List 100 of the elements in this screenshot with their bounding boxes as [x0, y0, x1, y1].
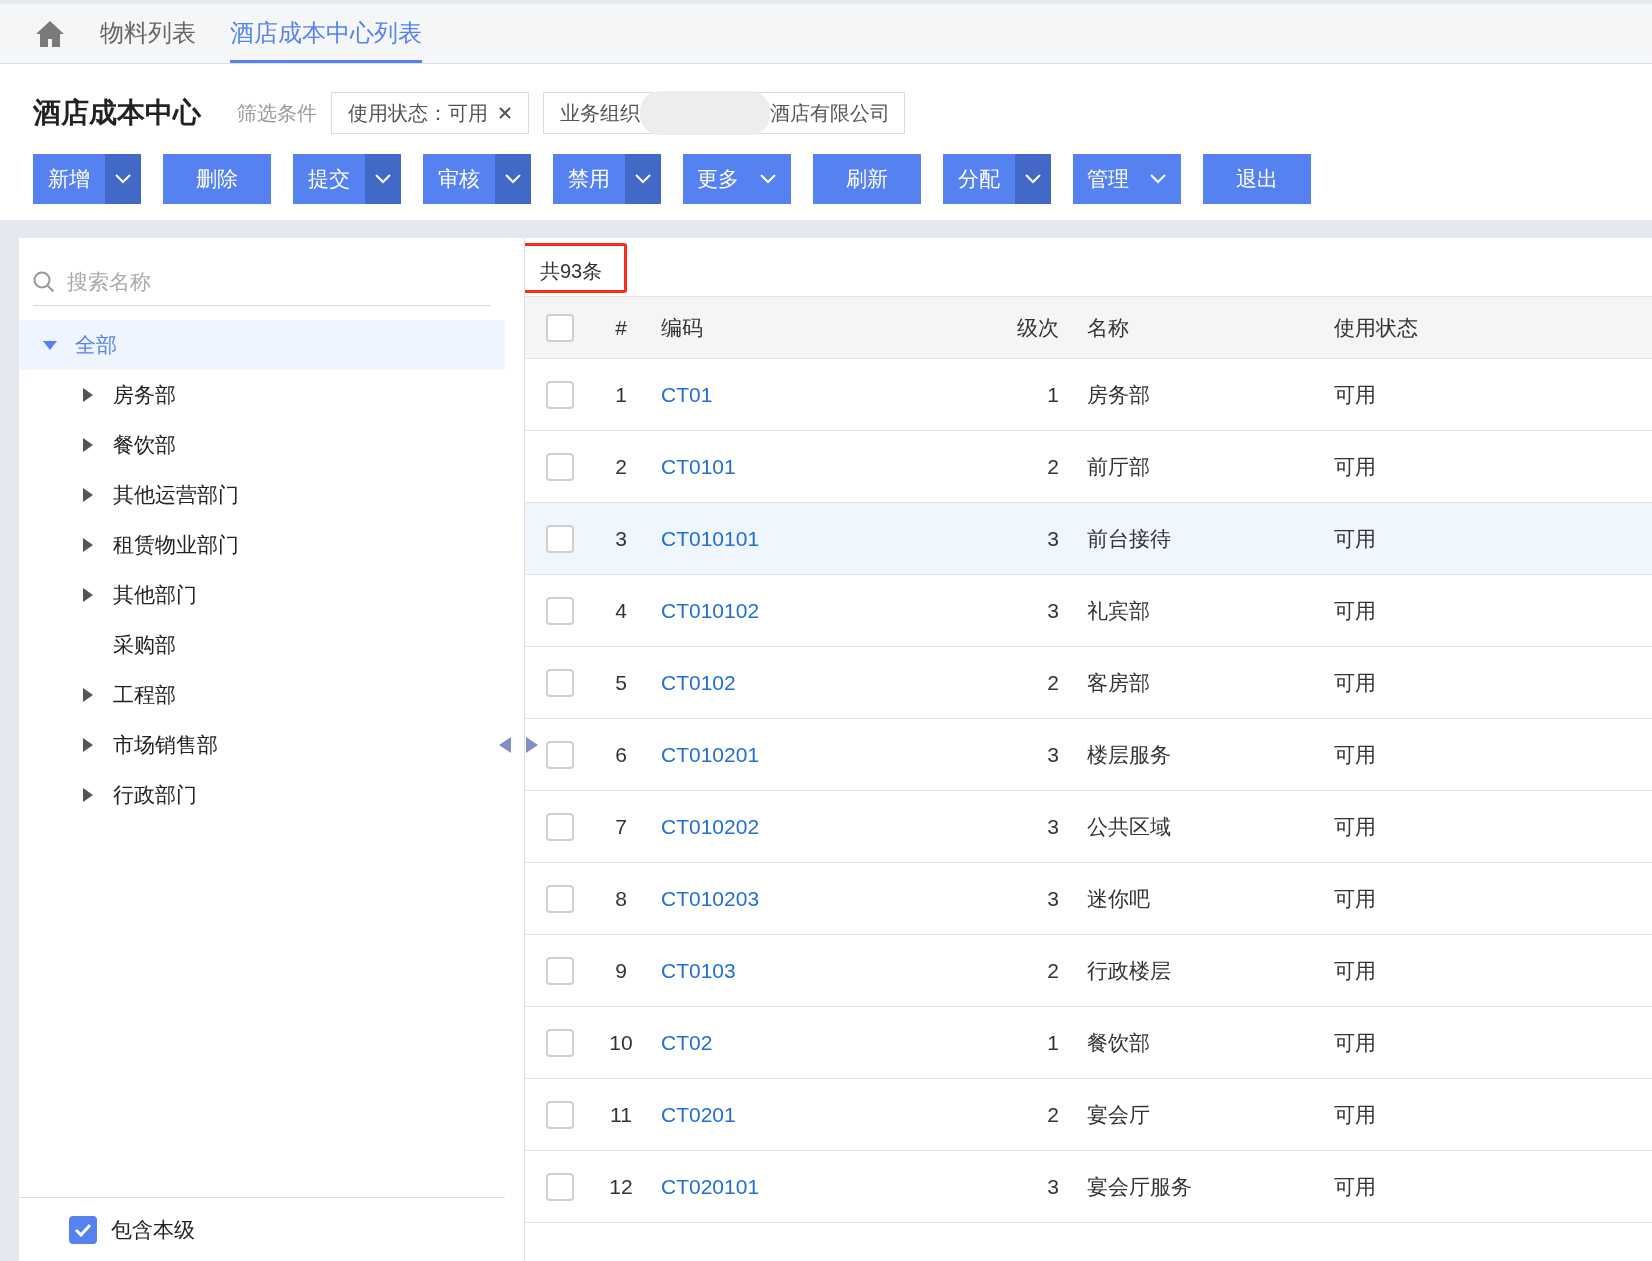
code-link[interactable]: CT0103: [661, 958, 736, 982]
checkbox[interactable]: [546, 524, 574, 553]
checkbox[interactable]: [546, 668, 574, 697]
table-cell-text: 7: [614, 813, 628, 840]
toolbar-button[interactable]: 刷新: [813, 154, 921, 204]
caret-right-icon[interactable]: [83, 488, 93, 502]
table-cell-text: 2: [1046, 453, 1059, 480]
button-label[interactable]: 禁用: [553, 154, 625, 204]
table-cell-text: 可用: [1334, 741, 1376, 768]
tree-item[interactable]: 其他运营部门: [113, 479, 239, 511]
tree-item[interactable]: 全部: [19, 320, 505, 370]
checkbox[interactable]: [546, 740, 574, 769]
caret-right-icon[interactable]: [83, 588, 93, 602]
checkbox[interactable]: [546, 1028, 574, 1057]
filter-chip[interactable]: 业务组织 酒店有限公司: [543, 92, 905, 134]
caret-right-icon[interactable]: [83, 738, 93, 752]
dropdown-toggle[interactable]: [1015, 154, 1051, 204]
split-button[interactable]: 提交: [293, 154, 401, 204]
caret-right-icon[interactable]: [83, 538, 93, 552]
toolbar-button[interactable]: 删除: [163, 154, 271, 204]
menu-button[interactable]: 管理: [1073, 154, 1181, 204]
code-link[interactable]: CT010101: [661, 526, 760, 550]
column-header: 级次: [1016, 314, 1059, 341]
table-cell-text: 可用: [1334, 1173, 1376, 1200]
table-cell-text: 可用: [1334, 1029, 1376, 1056]
button-label[interactable]: 提交: [293, 154, 365, 204]
tree-item[interactable]: 采购部: [113, 629, 176, 661]
search-icon: [33, 270, 55, 293]
checkbox[interactable]: [546, 380, 574, 409]
table-cell-text: 可用: [1334, 1101, 1376, 1128]
dropdown-toggle[interactable]: [105, 154, 141, 204]
chip-text: 酒店有限公司: [770, 101, 890, 126]
menu-button[interactable]: 更多: [683, 154, 791, 204]
tree-item[interactable]: 餐饮部: [113, 429, 176, 461]
table-cell-text: 行政楼层: [1086, 957, 1172, 984]
dropdown-toggle[interactable]: [495, 154, 531, 204]
table-row[interactable]: 3 CT010101 3 前台接待 可用: [525, 503, 1652, 575]
table-cell-text: 2: [1046, 957, 1059, 984]
table-cell-text: 5: [614, 669, 628, 696]
code-link[interactable]: CT0201: [661, 1102, 736, 1126]
dropdown-toggle[interactable]: [625, 154, 661, 204]
table-cell-text: 1: [1046, 1029, 1059, 1056]
code-link[interactable]: CT020101: [661, 1174, 760, 1198]
checkbox[interactable]: [546, 1172, 574, 1201]
table-cell-text: 2: [1046, 669, 1059, 696]
code-link[interactable]: CT0102: [661, 670, 736, 694]
filter-label: 筛选条件: [237, 101, 317, 126]
table-cell-text: 可用: [1334, 813, 1376, 840]
caret-right-icon[interactable]: [83, 438, 93, 452]
table-cell-text: 2: [1046, 1101, 1059, 1128]
table-cell-text: 楼层服务: [1086, 741, 1172, 768]
code-link[interactable]: CT010202: [661, 814, 760, 838]
collapse-left-icon[interactable]: [499, 737, 511, 753]
table-cell-text: 可用: [1334, 381, 1376, 408]
tree-item[interactable]: 工程部: [113, 679, 176, 711]
search-field[interactable]: 搜索名称: [67, 265, 491, 298]
button-label[interactable]: 审核: [423, 154, 495, 204]
tab[interactable]: 物料列表: [100, 5, 196, 63]
dropdown-toggle[interactable]: [365, 154, 401, 204]
code-link[interactable]: CT010102: [661, 598, 760, 622]
table-cell-text: 1: [1046, 381, 1059, 408]
code-link[interactable]: CT02: [661, 1030, 713, 1054]
filter-chip[interactable]: 使用状态：可用: [331, 92, 529, 134]
code-link[interactable]: CT0101: [661, 454, 736, 478]
code-link[interactable]: CT010203: [661, 886, 760, 910]
code-link[interactable]: CT010201: [661, 742, 760, 766]
checkbox[interactable]: [546, 812, 574, 841]
table-cell-text: 可用: [1334, 597, 1376, 624]
checkbox[interactable]: [546, 884, 574, 913]
caret-right-icon[interactable]: [83, 388, 93, 402]
checkbox[interactable]: [546, 313, 574, 342]
checkbox[interactable]: [546, 956, 574, 985]
chevron-down-icon: [114, 174, 132, 184]
tree-item[interactable]: 市场销售部: [113, 729, 218, 761]
table-cell-text: 10: [608, 1029, 634, 1056]
tree-item[interactable]: 房务部: [113, 379, 176, 411]
checkbox[interactable]: [546, 596, 574, 625]
split-button[interactable]: 审核: [423, 154, 531, 204]
caret-right-icon[interactable]: [83, 688, 93, 702]
button-label[interactable]: 新增: [33, 154, 105, 204]
split-button[interactable]: 禁用: [553, 154, 661, 204]
checkbox[interactable]: [546, 1100, 574, 1129]
table-cell-text: 3: [1046, 525, 1059, 552]
chevron-down-icon: [504, 174, 522, 184]
tree-item[interactable]: 行政部门: [113, 779, 197, 811]
tree-item[interactable]: 其他部门: [113, 579, 197, 611]
button-label[interactable]: 分配: [943, 154, 1015, 204]
close-icon[interactable]: [498, 106, 512, 120]
tree-item[interactable]: 租赁物业部门: [113, 529, 239, 561]
column-header: #: [614, 314, 628, 341]
checkbox[interactable]: [69, 1215, 97, 1244]
checkbox[interactable]: [546, 452, 574, 481]
table-cell-text: 11: [609, 1101, 633, 1128]
code-link[interactable]: CT01: [661, 382, 713, 406]
table-cell-text: 可用: [1334, 669, 1376, 696]
split-button[interactable]: 分配: [943, 154, 1051, 204]
split-button[interactable]: 新增: [33, 154, 141, 204]
home-icon[interactable]: [34, 19, 66, 49]
toolbar-button[interactable]: 退出: [1203, 154, 1311, 204]
caret-right-icon[interactable]: [83, 788, 93, 802]
